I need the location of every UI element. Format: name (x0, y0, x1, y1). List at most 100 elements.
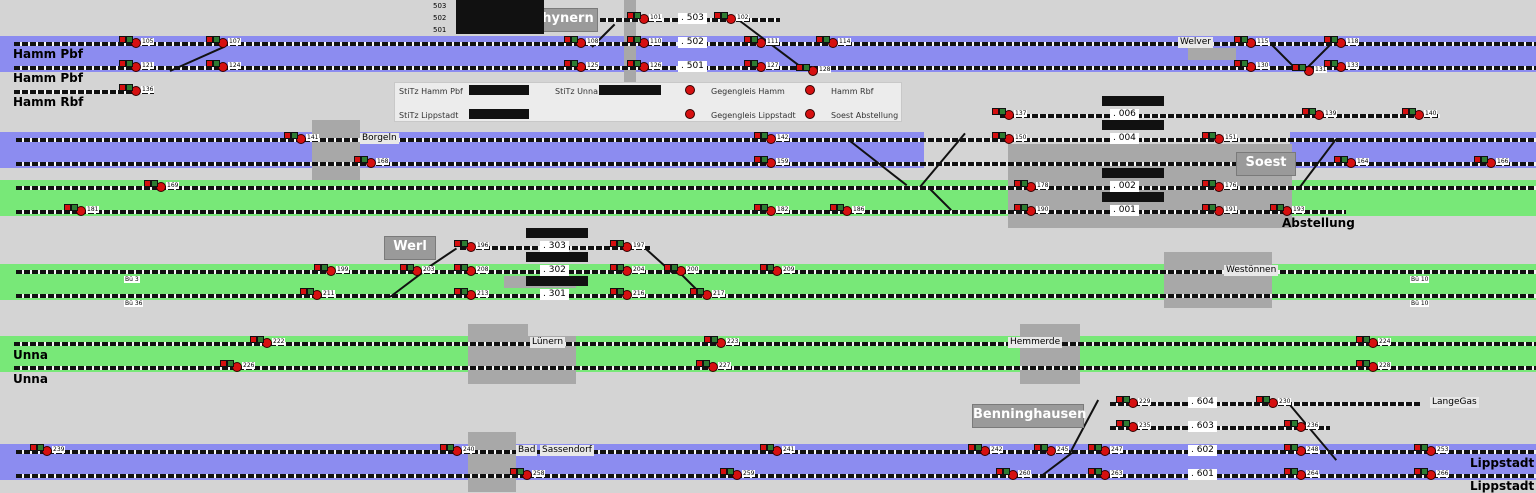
signal-lamp-icon (314, 264, 321, 271)
signal-lamp-icon (206, 36, 213, 43)
signal-number: 263 (1110, 470, 1124, 477)
signal-lamp-icon (634, 12, 641, 19)
track-number-001[interactable]: . 001 (1110, 205, 1139, 216)
signal-number: 110 (649, 38, 663, 45)
signal-number: 211 (322, 290, 336, 297)
stitz-label-501: 501 (433, 26, 447, 34)
signal-lamp-icon (300, 288, 307, 295)
track-number-006[interactable]: . 006 (1110, 109, 1139, 120)
signal-number: 197 (632, 242, 646, 249)
signal-lamp-icon (1202, 132, 1209, 139)
signal-lamp-icon (126, 60, 133, 67)
signal-lamp-icon (767, 264, 774, 271)
track-number-004[interactable]: . 004 (1110, 133, 1139, 144)
track (16, 210, 1346, 214)
signal-lamp-icon (517, 468, 524, 475)
signal-lamp-icon (830, 204, 837, 211)
signal-lamp-icon (1414, 468, 1421, 475)
signal-lamp-icon (761, 132, 768, 139)
signal-number: 226 (242, 362, 256, 369)
track-number-602[interactable]: . 602 (1188, 445, 1217, 456)
signal-lamp-icon (1284, 444, 1291, 451)
track-number-002[interactable]: . 002 (1110, 181, 1139, 192)
signal-lamp-icon (617, 288, 624, 295)
stitz-hamm-display[interactable] (469, 85, 529, 95)
signal-lamp-icon (760, 444, 767, 451)
signal-number: 208 (476, 266, 490, 273)
signal-number: 164 (1356, 158, 1370, 165)
legend-stitz-unna: StiTz Unna (555, 87, 598, 96)
signal-lamp-icon (1014, 204, 1021, 211)
legend-gegengleis-lippstadt: Gegengleis Lippstadt (711, 111, 796, 120)
track-number-503[interactable]: . 503 (678, 13, 707, 24)
station-block (1188, 48, 1236, 60)
signal-lamp-icon (1123, 420, 1130, 427)
signal-number: 159 (776, 158, 790, 165)
signal-lamp-icon (126, 36, 133, 43)
track (14, 342, 1536, 346)
signal-number: 260 (1018, 470, 1032, 477)
signal-lamp-icon (968, 444, 975, 451)
signal-lamp-icon (1116, 420, 1123, 427)
signal-lamp-icon (760, 264, 767, 271)
signal-lamp-icon (803, 64, 810, 71)
signal-lamp-icon (767, 444, 774, 451)
soest-abstellung-signal[interactable] (805, 109, 815, 119)
signal-lamp-icon (1334, 156, 1341, 163)
station-soest[interactable]: Soest (1236, 152, 1296, 176)
train-number-display (526, 228, 588, 238)
signal-lamp-icon (1284, 468, 1291, 475)
signal-lamp-icon (610, 240, 617, 247)
signal-number: 186 (852, 206, 866, 213)
place-sassendorf: Sassendorf (540, 445, 594, 456)
train-number-display (1102, 192, 1164, 202)
track-number-601[interactable]: . 601 (1188, 469, 1217, 480)
signal-lamp-icon (1209, 204, 1216, 211)
signal-lamp-icon (1409, 108, 1416, 115)
signal-lamp-icon (571, 60, 578, 67)
track-number-604[interactable]: . 604 (1188, 397, 1217, 408)
track-number-302[interactable]: . 302 (540, 265, 569, 276)
signal-lamp-icon (1095, 468, 1102, 475)
hamm-rbf-signal[interactable] (805, 85, 815, 95)
gegengleis-lippstadt-signal[interactable] (685, 109, 695, 119)
signal-number: 150 (1014, 134, 1028, 141)
signal-lamp-icon (206, 60, 213, 67)
place-lunern: Lünern (530, 337, 566, 348)
track-number-303[interactable]: . 303 (540, 241, 569, 252)
signal-number: 222 (272, 338, 286, 345)
signal-lamp-icon (564, 36, 571, 43)
signal-number: 248 (1306, 446, 1320, 453)
track (16, 186, 1536, 190)
signal-number: 266 (1436, 470, 1450, 477)
station-werl[interactable]: Werl (384, 236, 436, 260)
gegengleis-hamm-signal[interactable] (685, 85, 695, 95)
track-number-502[interactable]: . 502 (678, 37, 707, 48)
stitz-unna-display[interactable] (599, 85, 661, 95)
signal-lamp-icon (1041, 444, 1048, 451)
stitz-label-503: 503 (433, 2, 447, 10)
track-number-603[interactable]: . 603 (1188, 421, 1217, 432)
track-number-301[interactable]: . 301 (540, 289, 569, 300)
signal-lamp-icon (407, 264, 414, 271)
signal-lamp-icon (711, 336, 718, 343)
station-unna: Unna (13, 372, 48, 386)
stitz-lippstadt-display[interactable] (469, 109, 529, 119)
signal-number: 182 (776, 206, 790, 213)
signal-lamp-icon (564, 60, 571, 67)
signal-lamp-icon (461, 240, 468, 247)
track-number-501[interactable]: . 501 (678, 61, 707, 72)
signal-lamp-icon (1299, 64, 1306, 71)
signal-lamp-icon (1202, 180, 1209, 187)
signal-lamp-icon (992, 132, 999, 139)
station-benninghausen[interactable]: Benninghausen (972, 404, 1086, 428)
signal-lamp-icon (1421, 444, 1428, 451)
signal-number: 239 (52, 446, 66, 453)
place-westonnen: Westönnen (1224, 265, 1279, 276)
signal-number: 169 (166, 182, 180, 189)
stitz-label-502: 502 (433, 14, 447, 22)
signal-lamp-icon (999, 108, 1006, 115)
signal-lamp-icon (704, 336, 711, 343)
signal-number: 204 (632, 266, 646, 273)
signal-lamp-icon (996, 468, 1003, 475)
